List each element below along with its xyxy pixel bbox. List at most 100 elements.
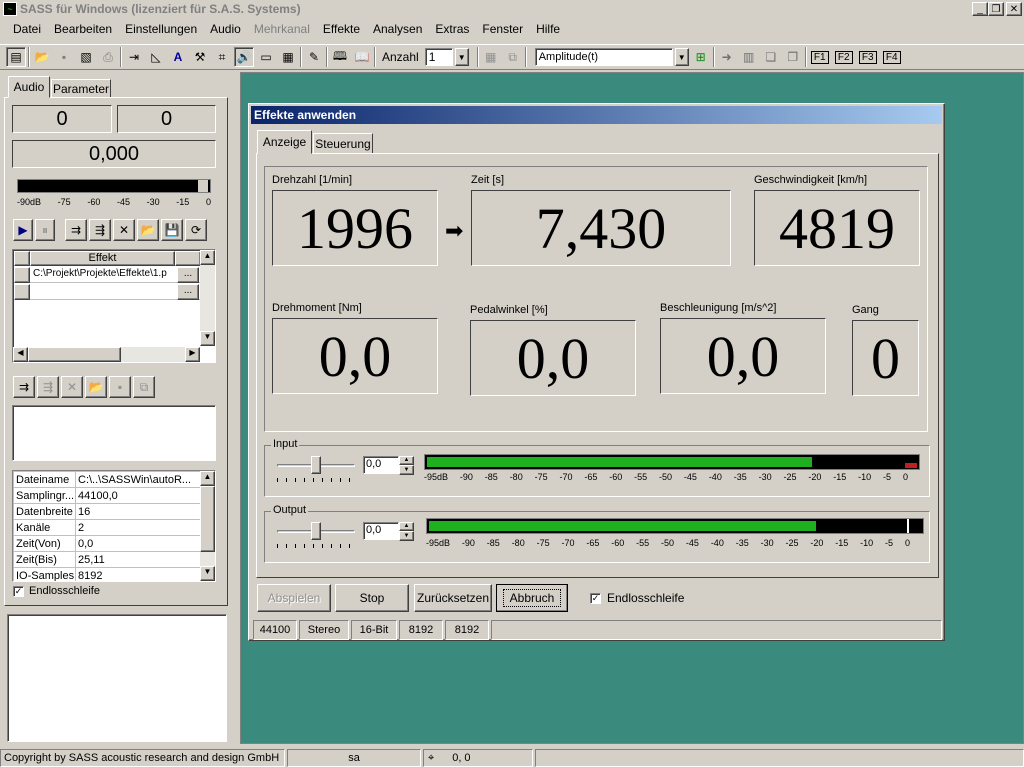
columns-icon[interactable]: ▥: [739, 47, 759, 67]
append-effect-icon[interactable]: ⇶: [89, 219, 111, 241]
checkbox-checked-icon[interactable]: ✓: [590, 592, 601, 604]
scroll-thumb[interactable]: [28, 347, 121, 362]
append-icon[interactable]: ⇶: [37, 376, 59, 398]
anzahl-dropdown-icon[interactable]: ▼: [454, 48, 469, 66]
status-mode: sa: [287, 749, 421, 767]
ruler-icon[interactable]: ◺: [146, 47, 166, 67]
dialog-loop-checkbox[interactable]: ✓ Endlosschleife: [590, 591, 684, 605]
menu-analysen[interactable]: Analysen: [373, 22, 422, 40]
f4-icon[interactable]: F4: [881, 47, 903, 67]
f2-icon[interactable]: F2: [833, 47, 855, 67]
spin-up-icon[interactable]: ▲: [399, 456, 414, 465]
play-icon[interactable]: ▶: [13, 219, 33, 241]
menu-bar: Datei Bearbeiten Einstellungen Audio Meh…: [0, 22, 560, 40]
spin-down-icon[interactable]: ▼: [399, 465, 414, 475]
scroll-down-icon[interactable]: ▼: [200, 331, 215, 346]
menu-einstellungen[interactable]: Einstellungen: [125, 22, 197, 40]
menu-hilfe[interactable]: Hilfe: [536, 22, 560, 40]
menu-effekte[interactable]: Effekte: [323, 22, 360, 40]
tab-anzeige[interactable]: Anzeige: [257, 130, 312, 154]
speaker-icon[interactable]: 🔊: [234, 47, 254, 67]
restore-button[interactable]: ❐: [988, 2, 1004, 16]
scroll-up-icon[interactable]: ▲: [200, 471, 215, 486]
text-tool-icon[interactable]: A: [168, 47, 188, 67]
reset-button[interactable]: Zurücksetzen: [414, 584, 492, 612]
menu-extras[interactable]: Extras: [435, 22, 469, 40]
table-row[interactable]: C:\Projekt\Projekte\Effekte\1.p ...: [14, 267, 201, 283]
output-gain-field[interactable]: 0,0: [363, 522, 399, 540]
print-icon[interactable]: ⎙: [98, 47, 118, 67]
mode-dropdown-icon[interactable]: ▼: [674, 48, 689, 66]
f1-icon[interactable]: F1: [809, 47, 831, 67]
scroll-thumb[interactable]: [200, 486, 215, 552]
browse-button[interactable]: ...: [177, 267, 199, 283]
insert-effect-icon[interactable]: ⇉: [65, 219, 87, 241]
play-button[interactable]: Abspielen: [257, 584, 331, 612]
table-icon[interactable]: ▦: [278, 47, 298, 67]
layers2-icon[interactable]: ❐: [783, 47, 803, 67]
save-disk-icon[interactable]: ▪: [109, 376, 131, 398]
tab-parameter[interactable]: Parameter: [51, 79, 111, 98]
left-loop-checkbox[interactable]: ✓ Endlosschleife: [13, 585, 100, 597]
open-folder-icon[interactable]: 📂: [32, 47, 52, 67]
insert-icon[interactable]: ⇉: [13, 376, 35, 398]
grid-hscroll[interactable]: ◀ ▶: [13, 347, 200, 362]
layers-icon[interactable]: ❏: [761, 47, 781, 67]
grid-icon[interactable]: ▦: [481, 47, 501, 67]
menu-fenster[interactable]: Fenster: [482, 22, 523, 40]
crop-icon[interactable]: ⌗: [212, 47, 232, 67]
scroll-down-icon[interactable]: ▼: [200, 566, 215, 581]
cancel-button[interactable]: Abbruch: [496, 584, 568, 612]
scroll-up-icon[interactable]: ▲: [200, 250, 215, 265]
input-spinner[interactable]: ▲ ▼: [399, 456, 414, 475]
close-button[interactable]: ✕: [1006, 2, 1022, 16]
f3-icon[interactable]: F3: [857, 47, 879, 67]
book-open-icon[interactable]: 🕮: [330, 47, 350, 67]
input-gain-field[interactable]: 0,0: [363, 456, 399, 474]
tab-audio[interactable]: Audio: [8, 76, 50, 98]
panel-toggle-icon[interactable]: ▤: [6, 47, 26, 67]
spin-up-icon[interactable]: ▲: [399, 522, 414, 531]
props-vscroll[interactable]: ▲ ▼: [200, 471, 215, 581]
refresh-effect-icon[interactable]: ⟳: [185, 219, 207, 241]
output-slider[interactable]: [277, 522, 357, 550]
mode-select[interactable]: Amplitude(t): [534, 48, 673, 66]
description-area[interactable]: [12, 405, 216, 461]
browse-button[interactable]: ...: [177, 284, 199, 300]
stop-button[interactable]: Stop: [335, 584, 409, 612]
copy-icon[interactable]: ⧉: [503, 47, 523, 67]
delete-effect-icon[interactable]: ✕: [113, 219, 135, 241]
edit-icon[interactable]: ✎: [304, 47, 324, 67]
scroll-left-icon[interactable]: ◀: [13, 347, 28, 362]
copy-doc-icon[interactable]: ⧉: [133, 376, 155, 398]
device-icon[interactable]: ▭: [256, 47, 276, 67]
menu-bearbeiten[interactable]: Bearbeiten: [54, 22, 112, 40]
open-effect-icon[interactable]: 📂: [137, 219, 159, 241]
minimize-button[interactable]: _: [972, 2, 988, 16]
input-slider[interactable]: [277, 456, 357, 484]
export-icon[interactable]: ⇥: [124, 47, 144, 67]
pause-icon[interactable]: ⏸: [35, 219, 55, 241]
tools-icon[interactable]: ⚒: [190, 47, 210, 67]
scroll-right-icon[interactable]: ▶: [185, 347, 200, 362]
spin-down-icon[interactable]: ▼: [399, 531, 414, 541]
output-slider-thumb[interactable]: [311, 522, 321, 540]
menu-audio[interactable]: Audio: [210, 22, 241, 40]
arrow-right-icon[interactable]: ➜: [717, 47, 737, 67]
save-effect-icon[interactable]: 💾: [161, 219, 183, 241]
output-spinner[interactable]: ▲ ▼: [399, 522, 414, 541]
chart-icon[interactable]: ⊞: [691, 47, 711, 67]
save-icon[interactable]: ▪: [54, 47, 74, 67]
tab-steuerung[interactable]: Steuerung: [313, 133, 373, 154]
grid-vscroll[interactable]: ▲ ▼: [200, 250, 215, 346]
remove-icon[interactable]: ✕: [61, 376, 83, 398]
checkbox-checked-icon[interactable]: ✓: [13, 585, 24, 597]
input-slider-thumb[interactable]: [311, 456, 321, 474]
open-icon[interactable]: 📂: [85, 376, 107, 398]
table-row[interactable]: ...: [14, 284, 201, 300]
book-icon[interactable]: 📖: [352, 47, 372, 67]
properties-icon[interactable]: ▧: [76, 47, 96, 67]
anzahl-select[interactable]: 1: [424, 48, 453, 66]
menu-datei[interactable]: Datei: [13, 22, 41, 40]
speed-display: 4819: [754, 190, 920, 266]
